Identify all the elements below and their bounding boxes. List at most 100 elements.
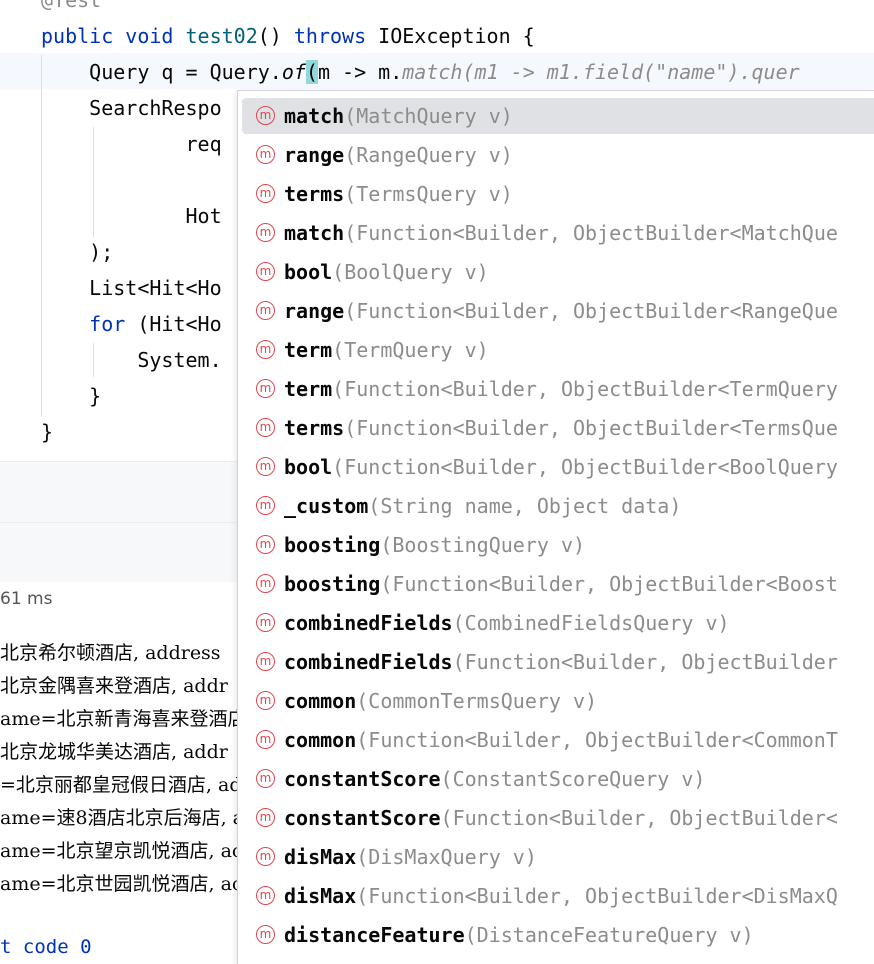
console-output-line: ame=北京望京凯悦酒店, ac [0,840,243,862]
method-icon: m [256,223,275,242]
completion-item-params: (CommonTermsQuery v) [356,689,598,713]
console-output-line: 北京龙城华美达酒店, addr [0,741,228,763]
completion-item[interactable]: m range(RangeQuery v) [242,137,874,173]
code-line[interactable]: } [41,378,101,414]
method-icon: m [256,847,275,866]
completion-item-name: constantScore(ConstantScoreQuery v) [284,767,706,791]
code-line-query[interactable]: Query q = Query.of(m -> m.match(m1 -> m1… [41,54,800,90]
code-line[interactable]: ); [41,234,113,270]
method-icon: m [256,535,275,554]
code-line[interactable]: List<Hit<Ho [41,270,221,306]
completion-item[interactable]: m common(CommonTermsQuery v) [242,683,874,719]
completion-item-name: term(Function<Builder, ObjectBuilder<Ter… [284,377,838,401]
method-icon: m [256,184,275,203]
completion-item-name: match(Function<Builder, ObjectBuilder<Ma… [284,221,838,245]
completion-item-params: (BoostingQuery v) [380,533,586,557]
completion-item-name: constantScore(Function<Builder, ObjectBu… [284,806,838,830]
process-exit-line: t code 0 [0,936,92,958]
completion-item[interactable]: m match(Function<Builder, ObjectBuilder<M… [242,215,874,251]
method-icon: m [256,145,275,164]
annotation-line: @Test [41,0,102,12]
completion-item-params: (DistanceFeatureQuery v) [464,923,754,947]
code-line-method-signature[interactable]: public void test02() throws IOException … [41,18,535,54]
completion-item-params: (RangeQuery v) [344,143,513,167]
completion-item-params: (Function<Builder, ObjectBuilder<DisMaxQ [356,884,838,908]
method-icon: m [256,691,275,710]
completion-item[interactable]: m _custom(String name, Object data) [242,488,874,524]
method-icon: m [256,730,275,749]
completion-item-name: common(CommonTermsQuery v) [284,689,598,713]
completion-item-name: term(TermQuery v) [284,338,489,362]
console-output-line: =北京丽都皇冠假日酒店, ad [0,774,242,796]
completion-item-name: boosting(Function<Builder, ObjectBuilder… [284,572,838,596]
method-icon: m [256,340,275,359]
method-icon: m [256,925,275,944]
method-icon: m [256,301,275,320]
completion-item-params: (CombinedFieldsQuery v) [452,611,730,635]
method-icon: m [256,379,275,398]
completion-item[interactable]: m common(Function<Builder, ObjectBuilder<… [242,722,874,758]
completion-item-name: disMax(DisMaxQuery v) [284,845,537,869]
code-line[interactable]: req [41,126,221,162]
completion-item-params: (Function<Builder, ObjectBuilder<CommonT [356,728,838,752]
completion-item-name: combinedFields(CombinedFieldsQuery v) [284,611,730,635]
completion-item[interactable]: m disMax(DisMaxQuery v) [242,839,874,875]
method-icon: m [256,262,275,281]
completion-item-name: bool(BoolQuery v) [284,260,489,284]
code-line[interactable]: } [41,414,53,450]
console-output-line: ame=速8酒店北京后海店, a [0,807,245,829]
completion-item[interactable]: m disMax(Function<Builder, ObjectBuilder<… [242,878,874,914]
completion-item[interactable]: m match(MatchQuery v) [242,98,874,134]
completion-item[interactable]: m bool(BoolQuery v) [242,254,874,290]
completion-item[interactable]: m range(Function<Builder, ObjectBuilder<R… [242,293,874,329]
completion-item-name: combinedFields(Function<Builder, ObjectB… [284,650,838,674]
completion-item[interactable]: m constantScore(ConstantScoreQuery v) [242,761,874,797]
code-line[interactable]: Hot [41,198,221,234]
completion-item-name: _custom(String name, Object data) [284,494,682,518]
code-line[interactable]: SearchRespo [41,90,221,126]
code-line-for[interactable]: for (Hit<Ho [41,306,221,342]
method-icon: m [256,418,275,437]
console-output-line: 北京希尔顿酒店, address [0,642,221,664]
completion-item-name: range(Function<Builder, ObjectBuilder<Ra… [284,299,838,323]
completion-item-params: (MatchQuery v) [344,104,513,128]
run-timing: 61 ms [0,589,53,609]
completion-item[interactable]: m term(TermQuery v) [242,332,874,368]
completion-item[interactable]: m boosting(BoostingQuery v) [242,527,874,563]
completion-item[interactable]: m terms(Function<Builder, ObjectBuilder<T… [242,410,874,446]
completion-item-params: (Function<Builder, ObjectBuilder<TermsQu… [344,416,838,440]
completion-item-params: (Function<Builder, ObjectBuilder< [440,806,838,830]
code-completion-popup[interactable]: m match(MatchQuery v) m range(RangeQuery v)… [237,90,874,964]
method-icon: m [256,496,275,515]
completion-item-params: (String name, Object data) [368,494,682,518]
completion-item-params: (Function<Builder, ObjectBuilder<RangeQu… [344,299,838,323]
method-icon: m [256,457,275,476]
completion-item-name: common(Function<Builder, ObjectBuilder<C… [284,728,838,752]
completion-item[interactable]: m terms(TermsQuery v) [242,176,874,212]
completion-item-params: (Function<Builder, ObjectBuilder<Boost [380,572,838,596]
completion-item-params: (Function<Builder, ObjectBuilder<BoolQue… [332,455,838,479]
method-icon: m [256,886,275,905]
method-icon: m [256,574,275,593]
completion-item-params: (BoolQuery v) [332,260,489,284]
completion-item[interactable]: m combinedFields(Function<Builder, Object… [242,644,874,680]
console-output-line: 北京金隅喜来登酒店, addr [0,675,228,697]
completion-item[interactable]: m term(Function<Builder, ObjectBuilder<Te… [242,371,874,407]
method-icon: m [256,808,275,827]
completion-item-name: distanceFeature(DistanceFeatureQuery v) [284,923,754,947]
method-icon: m [256,769,275,788]
completion-item-params: (ConstantScoreQuery v) [440,767,706,791]
completion-item[interactable]: m distanceFeature(DistanceFeatureQuery v) [242,917,874,953]
completion-item-name: bool(Function<Builder, ObjectBuilder<Boo… [284,455,838,479]
completion-item[interactable]: m bool(Function<Builder, ObjectBuilder<Bo… [242,449,874,485]
completion-item-params: (Function<Builder, ObjectBuilder [452,650,838,674]
completion-item[interactable]: m constantScore(Function<Builder, ObjectB… [242,800,874,836]
console-output-line: ame=北京新青海喜来登酒店 [0,708,247,730]
completion-item-params: (DisMaxQuery v) [356,845,537,869]
completion-item-name: match(MatchQuery v) [284,104,513,128]
code-line[interactable]: System. [41,342,221,378]
method-icon: m [256,613,275,632]
completion-item[interactable]: m combinedFields(CombinedFieldsQuery v) [242,605,874,641]
completion-item-params: (Function<Builder, ObjectBuilder<MatchQu… [344,221,838,245]
completion-item[interactable]: m boosting(Function<Builder, ObjectBuilde… [242,566,874,602]
